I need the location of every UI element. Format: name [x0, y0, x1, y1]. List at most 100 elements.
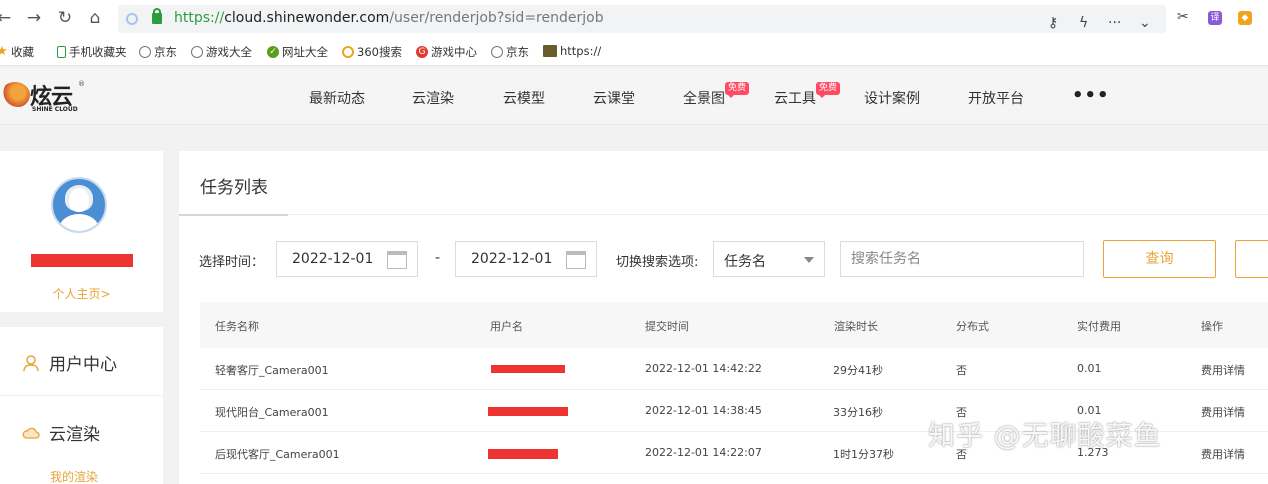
- search-option-label: 切换搜索选项:: [616, 255, 699, 270]
- render-duration: 33分16秒: [833, 406, 883, 419]
- lightning-icon[interactable]: ϟ: [1079, 15, 1088, 31]
- task-name: 轻奢客厅_Camera001: [215, 364, 329, 377]
- column-header[interactable]: 任务名称: [215, 318, 259, 334]
- chevron-down-icon[interactable]: ⌄: [1139, 15, 1151, 31]
- back-arrow-icon[interactable]: ←: [0, 8, 14, 28]
- home-icon[interactable]: ⌂: [85, 8, 105, 28]
- column-header[interactable]: 分布式: [956, 318, 989, 334]
- free-badge: 免费: [724, 82, 749, 98]
- bookmark-item[interactable]: 游戏大全: [191, 44, 252, 60]
- nav-open-platform[interactable]: 开放平台: [968, 88, 1024, 108]
- caret-down-icon: [804, 257, 814, 263]
- logo-mark-icon: [0, 82, 30, 108]
- bookmark-item[interactable]: 手机收藏夹: [57, 44, 127, 60]
- fee-detail-link[interactable]: 费用详情: [1201, 362, 1245, 378]
- forward-arrow-icon[interactable]: →: [24, 8, 44, 28]
- phone-icon: [57, 46, 66, 58]
- distributed-flag: 否: [956, 364, 967, 377]
- redacted-username: [488, 407, 568, 416]
- date-separator: -: [435, 250, 441, 266]
- sidebar-item-cloud-render[interactable]: 云渲染: [22, 420, 100, 445]
- time-label: 选择时间：: [199, 255, 265, 270]
- star-icon: ★: [0, 44, 8, 59]
- column-header[interactable]: 用户名: [490, 318, 523, 334]
- more-horizontal-icon[interactable]: ···: [1108, 15, 1121, 31]
- submit-time: 2022-12-01 14:38:45: [645, 404, 762, 417]
- table-row[interactable]: 轻奢客厅_Camera001 2022-12-01 14:42:22 29分41…: [200, 348, 1268, 390]
- nav-panorama[interactable]: 全景图 免费: [683, 82, 749, 108]
- avatar[interactable]: [51, 177, 107, 233]
- globe-icon: [491, 46, 503, 58]
- watermark: 知乎 @无聊酸菜鱼: [928, 421, 1162, 452]
- user-icon: [23, 354, 39, 371]
- date-to-field[interactable]: 2022-12-01: [455, 241, 597, 277]
- profile-card: 个人主页>: [0, 151, 163, 312]
- more-menu-icon[interactable]: •••: [1072, 85, 1110, 106]
- nav-cloud-model[interactable]: 云模型: [503, 88, 545, 108]
- bookmark-item[interactable]: G 游戏中心: [416, 44, 477, 60]
- calendar-icon[interactable]: [566, 251, 586, 269]
- sidebar-menu: 用户中心 云渲染 我的渲染: [0, 327, 163, 484]
- column-header[interactable]: 实付费用: [1077, 318, 1121, 334]
- redacted-username: [491, 365, 565, 373]
- free-badge: 免费: [815, 82, 840, 98]
- submit-time: 2022-12-01 14:42:22: [645, 362, 762, 375]
- table-header: 任务名称 用户名 提交时间 渲染时长 分布式 实付费用 操作: [200, 302, 1268, 348]
- fee-detail-link[interactable]: 费用详情: [1201, 446, 1245, 462]
- reload-icon[interactable]: ↻: [55, 8, 75, 28]
- shield-extension-icon[interactable]: ◆: [1238, 11, 1252, 25]
- render-duration: 1时1分37秒: [833, 448, 894, 461]
- column-header[interactable]: 操作: [1201, 318, 1223, 334]
- bookmark-item[interactable]: 京东: [139, 44, 177, 60]
- task-name: 后现代客厅_Camera001: [215, 448, 340, 461]
- site-header: 炫云 SHINE CLOUD ® 最新动态 云渲染 云模型 云课堂 全景图 免费 …: [0, 67, 1268, 125]
- game-center-icon: G: [416, 46, 428, 58]
- search-option-select[interactable]: 任务名: [713, 241, 825, 277]
- bookmark-item[interactable]: https://: [543, 44, 601, 58]
- nav-latest-news[interactable]: 最新动态: [309, 88, 365, 108]
- site-logo[interactable]: 炫云 SHINE CLOUD ®: [0, 79, 90, 115]
- shield-icon: [126, 13, 138, 25]
- divider: [0, 395, 163, 396]
- column-header[interactable]: 提交时间: [645, 318, 689, 334]
- sidebar-subitem-my-render[interactable]: 我的渲染: [50, 468, 98, 484]
- address-bar[interactable]: https://cloud.shinewonder.com/user/rende…: [118, 5, 1166, 33]
- secondary-button[interactable]: [1235, 240, 1268, 278]
- bookmarks-bar: ★ 收藏 手机收藏夹 京东 游戏大全 ✓ 网址大全 360搜索 G 游戏中心 京东 h…: [0, 38, 1268, 66]
- bookmark-item[interactable]: 京东: [491, 44, 529, 60]
- search-input[interactable]: [840, 241, 1084, 277]
- redacted-username: [31, 254, 133, 267]
- globe-icon: [139, 46, 151, 58]
- profile-home-link[interactable]: 个人主页>: [0, 285, 163, 302]
- nav-cloud-tools[interactable]: 云工具 免费: [774, 82, 840, 108]
- nav-cloud-class[interactable]: 云课堂: [593, 88, 635, 108]
- fee-detail-link[interactable]: 费用详情: [1201, 404, 1245, 420]
- bookmark-item[interactable]: ★ 收藏: [0, 44, 34, 60]
- globe-icon: [191, 46, 203, 58]
- tab-task-list[interactable]: 任务列表: [200, 173, 268, 198]
- sidebar-item-user-center[interactable]: 用户中心: [22, 350, 117, 375]
- portal-icon: ✓: [267, 46, 279, 58]
- browser-toolbar: ← → ↻ ⌂ https://cloud.shinewonder.com/us…: [0, 0, 1268, 38]
- bookmark-item[interactable]: ✓ 网址大全: [267, 44, 328, 60]
- bookmark-item[interactable]: 360搜索: [342, 44, 402, 60]
- submit-time: 2022-12-01 14:22:07: [645, 446, 762, 459]
- render-duration: 29分41秒: [833, 364, 883, 377]
- query-button[interactable]: 查询: [1103, 240, 1216, 278]
- date-from-field[interactable]: 2022-12-01: [276, 241, 418, 277]
- redacted-username: [488, 449, 558, 459]
- scissors-icon[interactable]: ✂: [1177, 9, 1189, 25]
- calendar-icon[interactable]: [387, 251, 407, 269]
- key-icon[interactable]: ⚷: [1048, 15, 1058, 31]
- task-name: 现代阳台_Camera001: [215, 406, 329, 419]
- page-thumb-icon: [543, 45, 557, 57]
- translate-icon[interactable]: 译: [1208, 11, 1222, 25]
- nav-design-cases[interactable]: 设计案例: [864, 88, 920, 108]
- nav-cloud-render[interactable]: 云渲染: [412, 88, 454, 108]
- lock-icon: [152, 8, 162, 24]
- cloud-icon: [22, 427, 40, 439]
- search-360-icon: [342, 46, 354, 58]
- url-text[interactable]: https://cloud.shinewonder.com/user/rende…: [174, 10, 604, 26]
- column-header[interactable]: 渲染时长: [834, 318, 878, 334]
- fee-value: 0.01: [1077, 362, 1102, 375]
